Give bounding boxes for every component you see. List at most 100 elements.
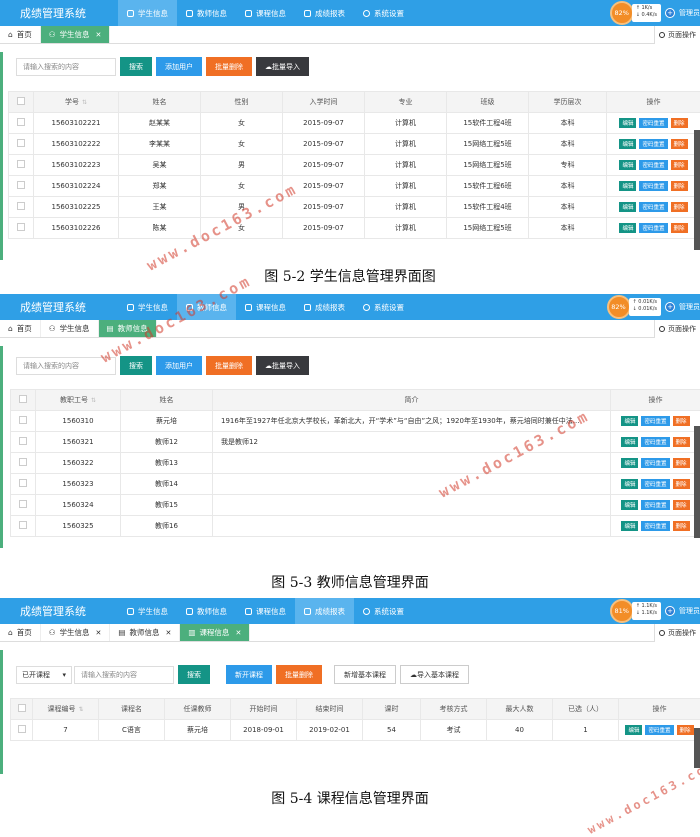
delete-button[interactable]: 删除 [673,479,690,489]
row-checkbox[interactable] [11,474,36,495]
menu-teacher[interactable]: 教师信息 [177,0,236,26]
menu-settings[interactable]: 系统设置 [354,294,413,320]
plus-icon[interactable]: + [665,606,675,616]
edit-button[interactable]: 编辑 [621,521,638,531]
row-checkbox[interactable] [11,453,36,474]
menu-settings[interactable]: 系统设置 [354,598,413,624]
search-input[interactable]: 请输入搜索的内容 [16,58,116,76]
edit-button[interactable]: 编辑 [621,479,638,489]
tab-teacher[interactable]: ▤教师信息✕ [110,624,180,641]
select-all-checkbox[interactable] [11,699,33,720]
reset-password-button[interactable]: 密码重置 [641,500,669,510]
batch-import-button[interactable]: ☁ 批量导入 [256,57,309,76]
course-filter-select[interactable]: 已开课程▾ [16,666,72,684]
tab-student[interactable]: ⚇学生信息✕ [41,26,111,43]
menu-report[interactable]: 成绩报表 [295,0,354,26]
admin-menu[interactable]: 管理员 [679,302,700,312]
delete-button[interactable]: 删除 [671,118,688,128]
delete-button[interactable]: 删除 [671,139,688,149]
edit-button[interactable]: 编辑 [621,437,638,447]
tab-course[interactable]: ▥课程信息✕ [180,624,250,641]
close-icon[interactable]: ✕ [165,629,171,637]
edit-button[interactable]: 编辑 [619,181,636,191]
edit-button[interactable]: 编辑 [619,223,636,233]
close-icon[interactable]: ✕ [96,629,102,637]
col-student-id[interactable]: 学号⇅ [34,92,119,113]
edit-button[interactable]: 编辑 [621,500,638,510]
batch-delete-button[interactable]: 批量删除 [276,665,322,684]
menu-teacher[interactable]: 教师信息 [177,598,236,624]
search-input[interactable]: 请输入搜索的内容 [16,357,116,375]
reset-password-button[interactable]: 密码重置 [639,223,667,233]
edit-button[interactable]: 编辑 [621,458,638,468]
plus-icon[interactable]: + [665,8,675,18]
edit-button[interactable]: 编辑 [619,118,636,128]
delete-button[interactable]: 删除 [671,223,688,233]
reset-password-button[interactable]: 密码重置 [639,160,667,170]
col-course-id[interactable]: 课程编号⇅ [33,699,99,720]
menu-settings[interactable]: 系统设置 [354,0,413,26]
tab-student[interactable]: ⚇学生信息 [41,320,99,337]
menu-student[interactable]: 学生信息 [118,598,177,624]
reset-password-button[interactable]: 密码重置 [639,118,667,128]
tab-home[interactable]: ⌂首页 [0,26,41,43]
add-user-button[interactable]: 添加用户 [156,57,202,76]
row-checkbox[interactable] [11,432,36,453]
search-button[interactable]: 搜索 [178,665,210,684]
reset-password-button[interactable]: 密码重置 [641,458,669,468]
edit-button[interactable]: 编辑 [619,139,636,149]
search-button[interactable]: 搜索 [120,57,152,76]
delete-button[interactable]: 删除 [673,521,690,531]
row-checkbox[interactable] [11,411,36,432]
edit-button[interactable]: 编辑 [619,202,636,212]
new-basic-course-button[interactable]: 新增基本课程 [334,665,396,684]
tab-home[interactable]: ⌂首页 [0,624,41,641]
scrollbar[interactable] [694,728,700,768]
reset-password-button[interactable]: 密码重置 [639,202,667,212]
delete-button[interactable]: 删除 [673,458,690,468]
menu-course[interactable]: 课程信息 [236,0,295,26]
search-button[interactable]: 搜索 [120,356,152,375]
admin-menu[interactable]: 管理员 [679,8,700,18]
close-icon[interactable]: ✕ [96,31,102,39]
add-user-button[interactable]: 添加用户 [156,356,202,375]
menu-report[interactable]: 成绩报表 [295,598,354,624]
delete-button[interactable]: 删除 [671,202,688,212]
row-checkbox[interactable] [11,516,36,537]
open-course-button[interactable]: 新开课程 [226,665,272,684]
row-checkbox[interactable] [9,218,34,239]
menu-report[interactable]: 成绩报表 [295,294,354,320]
row-checkbox[interactable] [11,720,33,741]
delete-button[interactable]: 删除 [677,725,694,735]
batch-import-button[interactable]: ☁ 批量导入 [256,356,309,375]
menu-student[interactable]: 学生信息 [118,0,177,26]
row-checkbox[interactable] [9,113,34,134]
reset-password-button[interactable]: 密码重置 [639,181,667,191]
search-input[interactable]: 请输入搜索的内容 [74,666,174,684]
row-checkbox[interactable] [9,134,34,155]
row-checkbox[interactable] [11,495,36,516]
reset-password-button[interactable]: 密码重置 [645,725,673,735]
page-ops[interactable]: 页面操作 [654,320,700,338]
menu-course[interactable]: 课程信息 [236,598,295,624]
reset-password-button[interactable]: 密码重置 [639,139,667,149]
scrollbar[interactable] [694,130,700,250]
scrollbar[interactable] [694,426,700,538]
reset-password-button[interactable]: 密码重置 [641,521,669,531]
row-checkbox[interactable] [9,197,34,218]
close-icon[interactable]: ✕ [235,629,241,637]
edit-button[interactable]: 编辑 [619,160,636,170]
delete-button[interactable]: 删除 [673,500,690,510]
reset-password-button[interactable]: 密码重置 [641,437,669,447]
delete-button[interactable]: 删除 [673,437,690,447]
delete-button[interactable]: 删除 [673,416,690,426]
edit-button[interactable]: 编辑 [621,416,638,426]
batch-delete-button[interactable]: 批量删除 [206,356,252,375]
tab-home[interactable]: ⌂首页 [0,320,41,337]
batch-delete-button[interactable]: 批量删除 [206,57,252,76]
plus-icon[interactable]: + [665,302,675,312]
row-checkbox[interactable] [9,155,34,176]
import-basic-course-button[interactable]: ☁ 导入基本课程 [400,665,469,684]
select-all-checkbox[interactable] [9,92,34,113]
reset-password-button[interactable]: 密码重置 [641,479,669,489]
